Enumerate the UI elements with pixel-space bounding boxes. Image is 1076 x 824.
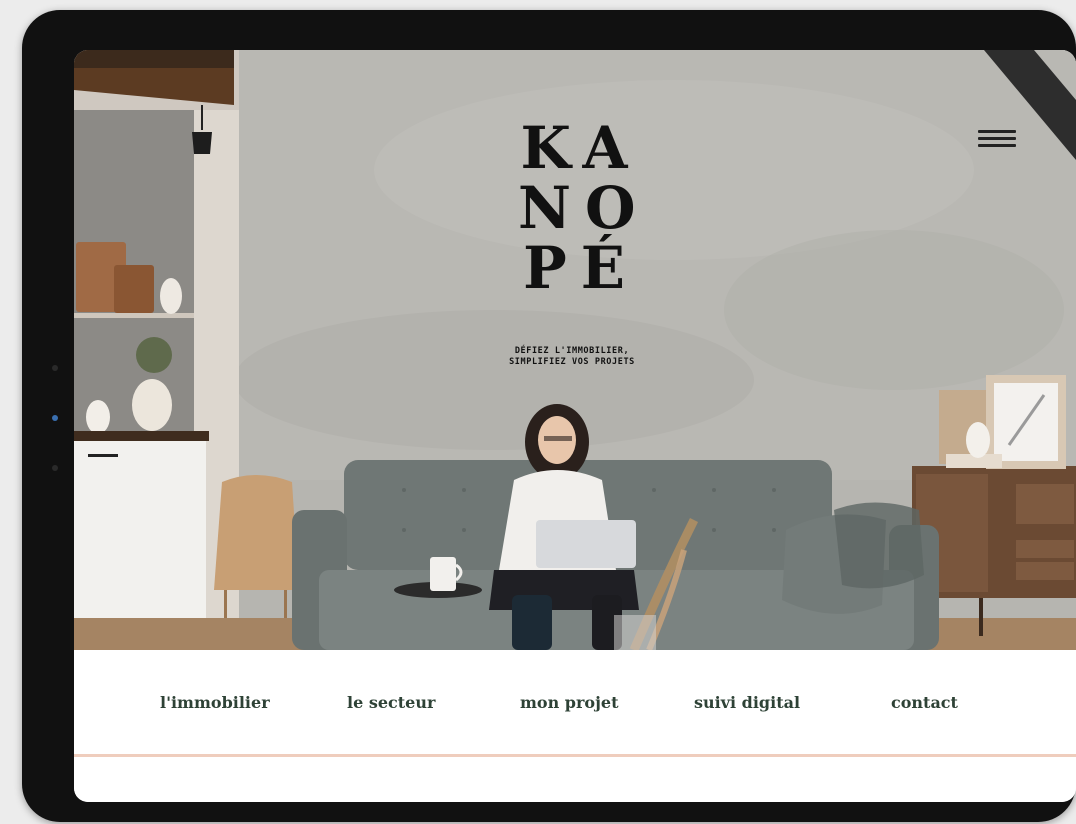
nav-link-immobilier[interactable]: l'immobilier <box>160 693 270 712</box>
tagline: DÉFIEZ L'IMMOBILIER, SIMPLIFIEZ VOS PROJ… <box>454 346 690 368</box>
nav-link-projet[interactable]: mon projet <box>520 693 618 712</box>
hamburger-menu-icon[interactable] <box>974 124 1022 154</box>
tablet-camera <box>52 415 58 421</box>
logo-line-2: NO <box>518 174 650 242</box>
tagline-line-1: DÉFIEZ L'IMMOBILIER, <box>514 346 630 356</box>
logo-line-3: PÉ <box>523 234 639 302</box>
tablet-side-button <box>52 465 58 471</box>
nav-link-contact[interactable]: contact <box>891 693 958 712</box>
nav-link-suivi-digital[interactable]: suivi digital <box>694 693 800 712</box>
nav-link-secteur[interactable]: le secteur <box>347 693 435 712</box>
kanope-logo[interactable]: KA NO PÉ <box>504 118 644 298</box>
main-navigation: l'immobilier le secteur mon projet suivi… <box>74 650 1076 754</box>
website-screen: KA NO PÉ DÉFIEZ L'IMMOBILIER, SIMPLIFIEZ… <box>74 50 1076 802</box>
hero-photo: KA NO PÉ DÉFIEZ L'IMMOBILIER, SIMPLIFIEZ… <box>74 50 1076 650</box>
page-content-area <box>74 757 1076 802</box>
logo-line-1: KA <box>520 114 642 182</box>
tablet-frame: KA NO PÉ DÉFIEZ L'IMMOBILIER, SIMPLIFIEZ… <box>22 10 1076 822</box>
tagline-line-2: SIMPLIFIEZ VOS PROJETS <box>509 357 635 367</box>
tablet-side-button <box>52 365 58 371</box>
